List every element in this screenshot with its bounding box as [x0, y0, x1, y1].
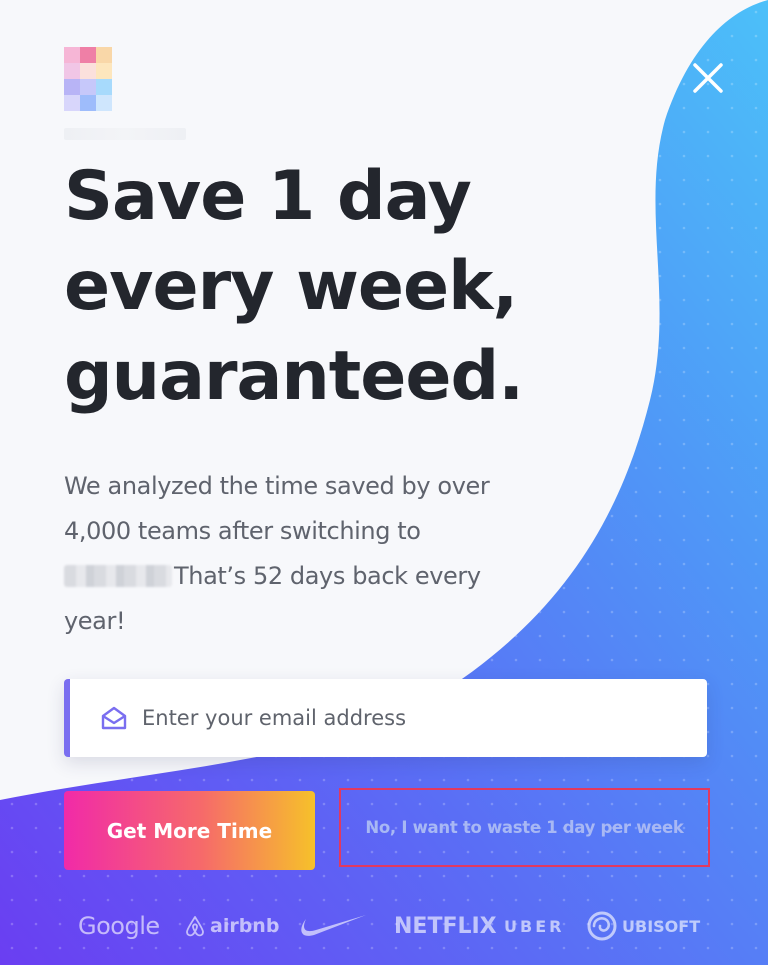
close-button[interactable] — [686, 56, 730, 100]
close-icon — [693, 63, 723, 93]
blurred-product-name — [64, 565, 172, 587]
description-text: We analyzed the time saved by over 4,000… — [64, 464, 534, 644]
nike-swoosh-icon — [301, 915, 366, 936]
ubisoft-logo: UBISOFT — [586, 900, 700, 952]
airbnb-wordmark: airbnb — [210, 915, 280, 937]
description-part-1: We analyzed the time saved by over 4,000… — [64, 472, 490, 545]
get-more-time-button[interactable]: Get More Time — [64, 791, 315, 870]
airbnb-belo-icon — [186, 916, 204, 937]
airbnb-logo: airbnb — [184, 900, 279, 952]
headline-line-3: guaranteed. — [64, 337, 524, 416]
headline-line-2: every week, — [64, 247, 518, 326]
google-logo: Google — [78, 912, 160, 940]
brand-wordmark-blurred — [64, 128, 186, 140]
decline-link[interactable]: No, I want to waste 1 day per week — [339, 788, 710, 867]
netflix-logo: NETFLIX — [394, 913, 497, 939]
ubisoft-swirl-icon — [587, 911, 617, 941]
headline: Save 1 day every week, guaranteed. — [64, 152, 624, 422]
email-field-container — [64, 679, 707, 757]
headline-line-1: Save 1 day — [64, 157, 472, 236]
uber-logo: UBER — [504, 916, 565, 936]
ubisoft-wordmark: UBISOFT — [622, 916, 701, 936]
email-input[interactable] — [142, 698, 662, 738]
brand-logo-blurred — [64, 47, 114, 113]
mail-open-icon — [101, 706, 127, 730]
signup-popup-modal: Save 1 day every week, guaranteed. We an… — [0, 0, 768, 965]
nike-logo — [296, 900, 368, 952]
customer-logos: Google airbnb NETFLIX UBER UBISOFT — [64, 900, 704, 952]
